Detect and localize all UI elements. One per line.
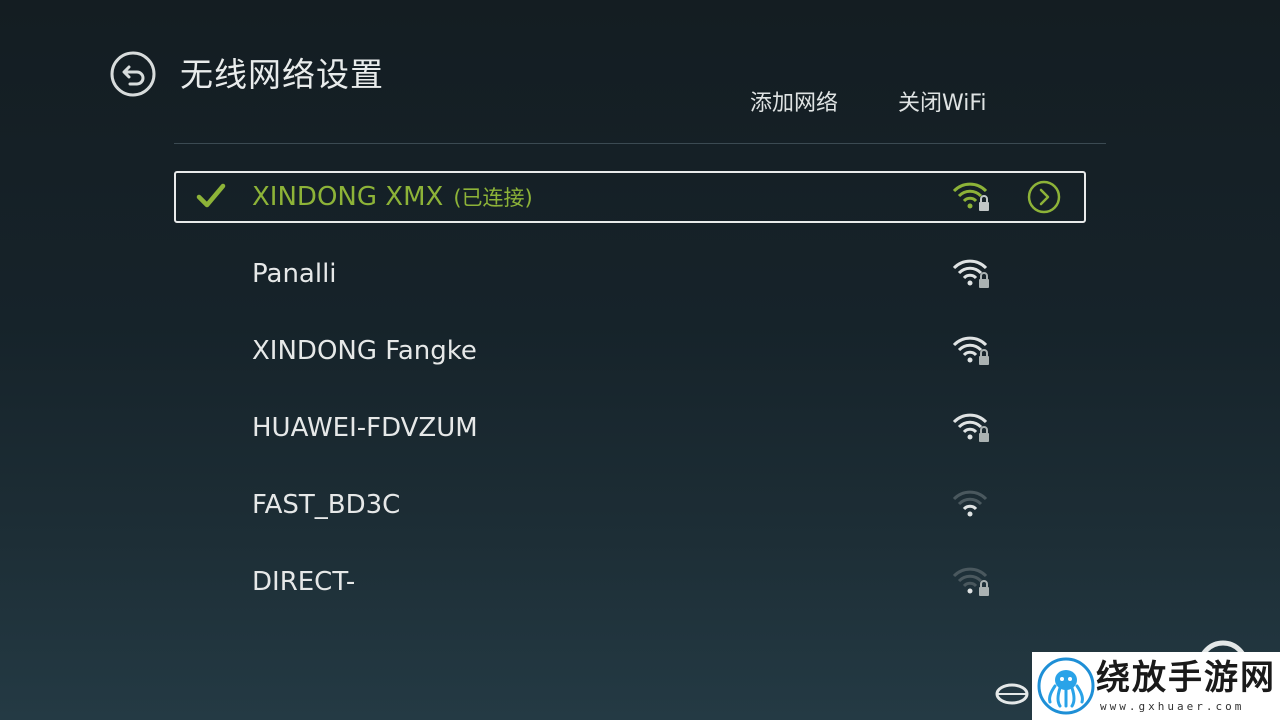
- wifi-signal-lock-icon: [952, 259, 989, 288]
- close-wifi-button[interactable]: 关闭WiFi: [898, 88, 987, 120]
- wifi-signal-icon: [952, 490, 988, 517]
- network-item-connected[interactable]: XINDONG XMX (已连接): [174, 171, 1086, 223]
- network-item[interactable]: Panalli: [174, 248, 1086, 300]
- network-ssid: Panalli: [252, 259, 337, 289]
- network-ssid: XINDONG XMX: [252, 182, 444, 212]
- network-ssid: XINDONG Fangke: [252, 336, 477, 366]
- network-ssid: FAST_BD3C: [252, 490, 401, 520]
- add-network-button[interactable]: 添加网络: [750, 88, 838, 120]
- network-item[interactable]: HUAWEI-FDVZUM: [174, 402, 1086, 454]
- check-icon: [196, 183, 226, 208]
- decorative-robot-icon: [995, 683, 1029, 705]
- wifi-signal-lock-icon: [952, 336, 989, 365]
- network-ssid: DIRECT-: [252, 567, 356, 597]
- wifi-signal-lock-icon: [952, 413, 989, 442]
- watermark-brand: 绕放手游网: [1096, 658, 1276, 698]
- network-detail-arrow-icon[interactable]: [1027, 180, 1061, 214]
- network-item[interactable]: FAST_BD3C: [174, 479, 1086, 531]
- watermark: 绕放手游网 www.gxhuaer.com: [1032, 652, 1280, 720]
- connection-status: (已连接): [453, 186, 533, 210]
- network-list: XINDONG XMX (已连接) Panalli XINDONG Fangke: [174, 171, 1086, 633]
- network-item[interactable]: DIRECT-: [174, 556, 1086, 608]
- wifi-signal-lock-icon: [952, 182, 989, 211]
- octopus-logo-icon: [1037, 657, 1095, 715]
- network-ssid: HUAWEI-FDVZUM: [252, 413, 478, 443]
- wifi-signal-lock-icon: [952, 567, 989, 596]
- header-divider: [174, 143, 1106, 144]
- back-button[interactable]: [110, 51, 156, 97]
- network-item[interactable]: XINDONG Fangke: [174, 325, 1086, 377]
- page-title: 无线网络设置: [180, 55, 384, 94]
- watermark-url: www.gxhuaer.com: [1100, 700, 1245, 713]
